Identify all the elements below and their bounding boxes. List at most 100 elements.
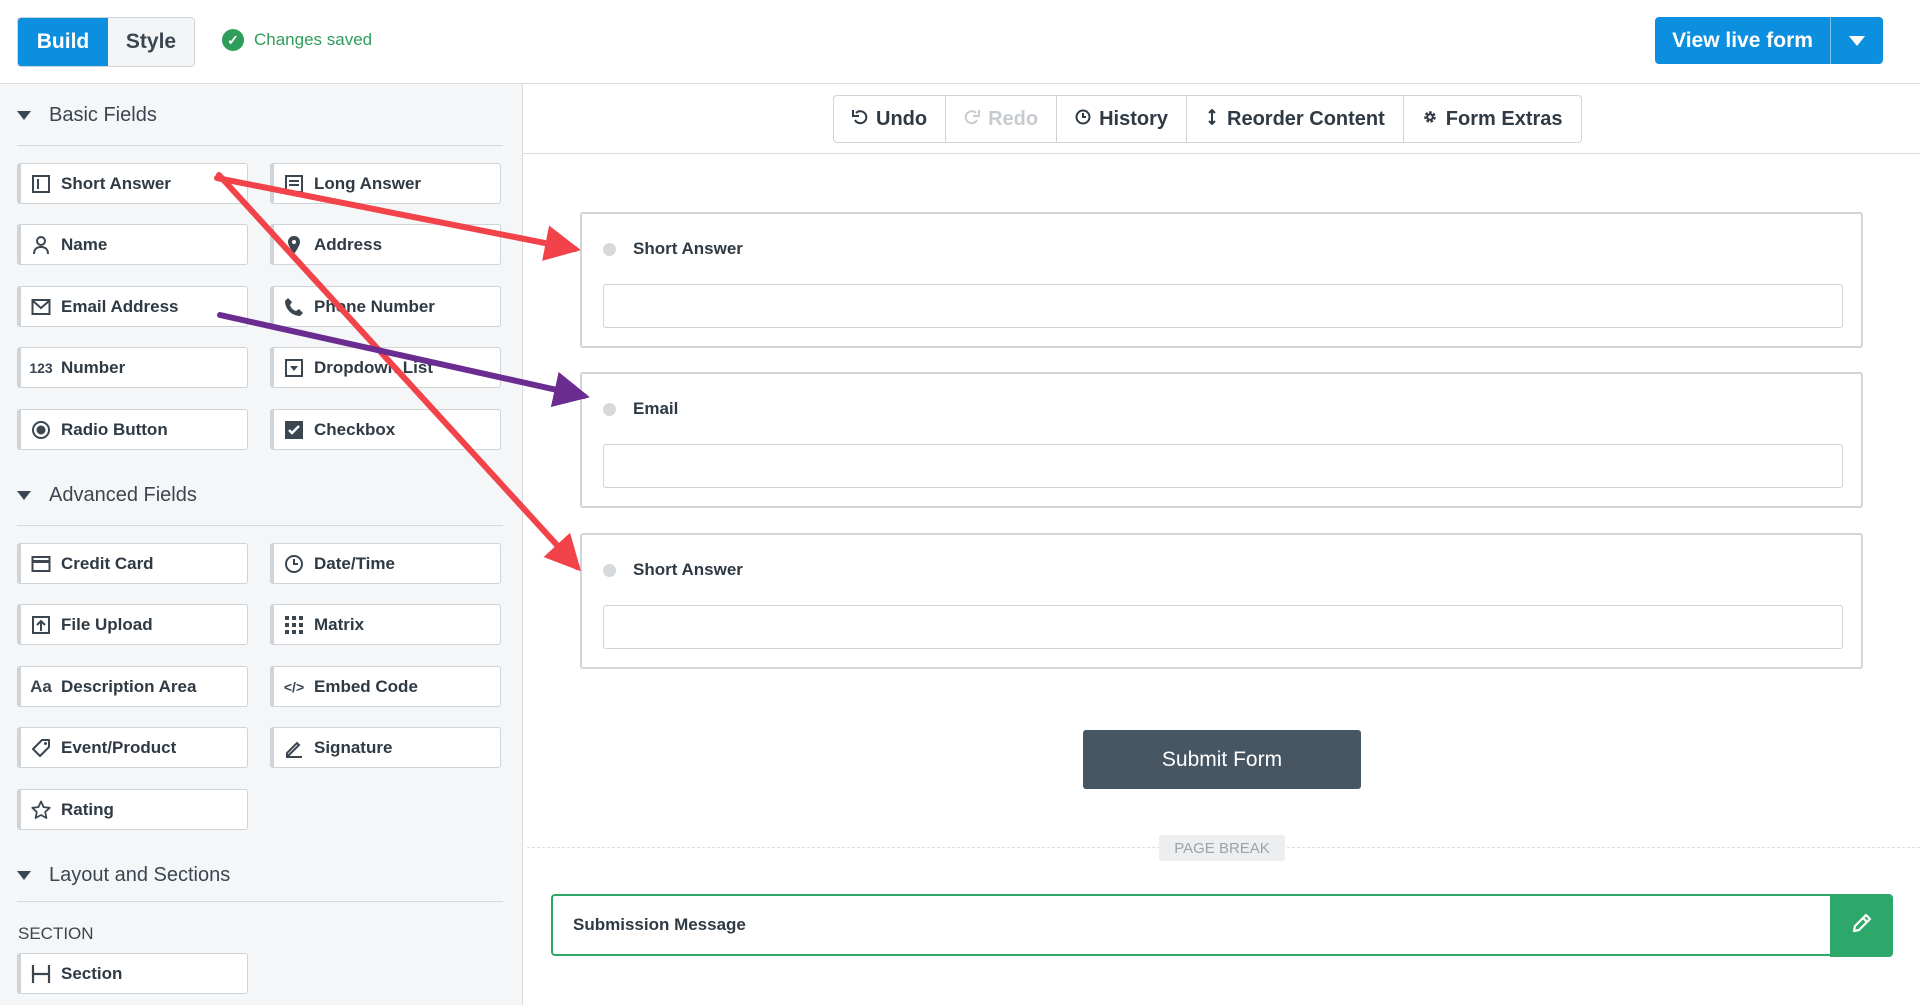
view-live-form-button[interactable]: View live form xyxy=(1655,17,1883,64)
field-label: Signature xyxy=(314,737,393,757)
short-answer-input[interactable] xyxy=(603,605,1843,649)
field-label: Phone Number xyxy=(314,296,435,316)
form-field-card[interactable]: Email xyxy=(580,372,1863,508)
field-email-address[interactable]: Email Address xyxy=(17,286,248,327)
checkbox-icon xyxy=(274,420,314,440)
reorder-content-button[interactable]: Reorder Content xyxy=(1187,96,1404,142)
field-label: File Upload xyxy=(61,614,153,634)
field-radio-button[interactable]: Radio Button xyxy=(17,409,248,450)
field-palette: Basic Fields Short Answer Long Answer Na… xyxy=(0,84,523,1005)
undo-label: Undo xyxy=(876,107,928,130)
dropdown-icon xyxy=(274,358,314,378)
pencil-icon xyxy=(1850,911,1874,940)
field-embed-code[interactable]: </> Embed Code xyxy=(270,666,501,707)
check-circle-icon: ✓ xyxy=(222,29,244,51)
gear-icon xyxy=(1422,108,1438,131)
field-date-time[interactable]: Date/Time xyxy=(270,543,501,584)
submission-message-bar[interactable]: Submission Message xyxy=(551,894,1832,956)
field-matrix[interactable]: Matrix xyxy=(270,604,501,645)
number-icon: 123 xyxy=(29,359,53,376)
email-input[interactable] xyxy=(603,444,1843,488)
view-live-dropdown[interactable] xyxy=(1831,17,1883,64)
field-label: Email Address xyxy=(61,296,179,316)
question-label: Short Answer xyxy=(633,560,743,579)
divider xyxy=(523,153,1920,154)
top-bar: Build Style ✓ Changes saved View live fo… xyxy=(0,0,1920,84)
field-label: Name xyxy=(61,234,108,254)
form-field-card[interactable]: Short Answer xyxy=(580,212,1863,348)
field-checkbox[interactable]: Checkbox xyxy=(270,409,501,450)
undo-button[interactable]: Undo xyxy=(834,96,947,142)
save-status-text: Changes saved xyxy=(254,30,373,49)
form-extras-label: Form Extras xyxy=(1445,107,1563,130)
field-credit-card[interactable]: Credit Card xyxy=(17,543,248,584)
field-label: Checkbox xyxy=(314,419,396,439)
form-extras-button[interactable]: Form Extras xyxy=(1404,96,1581,142)
category-advanced-fields[interactable]: Advanced Fields xyxy=(17,484,197,507)
tab-style[interactable]: Style xyxy=(108,18,194,66)
field-label: Description Area xyxy=(61,676,197,696)
file-upload-icon xyxy=(21,615,61,635)
field-section[interactable]: Section xyxy=(17,953,248,994)
submit-form-button[interactable]: Submit Form xyxy=(1083,730,1361,789)
submission-message-label: Submission Message xyxy=(573,915,746,934)
field-description-area[interactable]: Aa Description Area xyxy=(17,666,248,707)
caret-down-icon xyxy=(17,111,31,120)
field-short-answer[interactable]: Short Answer xyxy=(17,163,248,204)
drag-handle-icon[interactable] xyxy=(603,403,616,416)
view-live-form-label[interactable]: View live form xyxy=(1655,17,1831,64)
map-pin-icon xyxy=(274,235,314,255)
text-icon: Aa xyxy=(30,676,52,696)
field-label: Long Answer xyxy=(314,173,422,193)
field-file-upload[interactable]: File Upload xyxy=(17,604,248,645)
caret-down-icon xyxy=(17,871,31,880)
category-label: Basic Fields xyxy=(49,104,157,126)
history-button[interactable]: History xyxy=(1057,96,1187,142)
drag-handle-icon[interactable] xyxy=(603,564,616,577)
page-break-label[interactable]: PAGE BREAK xyxy=(1159,835,1285,861)
redo-label: Redo xyxy=(988,107,1039,130)
tab-build[interactable]: Build xyxy=(18,18,108,66)
envelope-icon xyxy=(21,297,61,317)
long-answer-icon xyxy=(274,174,314,194)
short-answer-input[interactable] xyxy=(603,284,1843,328)
divider xyxy=(17,901,503,902)
field-label: Short Answer xyxy=(61,173,171,193)
category-label: Layout and Sections xyxy=(49,864,231,886)
divider xyxy=(17,145,503,146)
field-name[interactable]: Name xyxy=(17,224,248,265)
tag-icon xyxy=(21,738,61,758)
history-label: History xyxy=(1099,107,1168,130)
question-label: Email xyxy=(633,399,679,418)
short-answer-icon xyxy=(21,174,61,194)
field-event-product[interactable]: Event/Product xyxy=(17,727,248,768)
caret-down-icon xyxy=(17,491,31,500)
radio-icon xyxy=(21,420,61,440)
field-label: Rating xyxy=(61,799,114,819)
edit-submission-message-button[interactable] xyxy=(1830,894,1893,957)
field-label: Credit Card xyxy=(61,553,154,573)
field-label: Section xyxy=(61,963,123,983)
form-field-card[interactable]: Short Answer xyxy=(580,533,1863,669)
category-basic-fields[interactable]: Basic Fields xyxy=(17,104,157,127)
field-label: Event/Product xyxy=(61,737,177,757)
field-address[interactable]: Address xyxy=(270,224,501,265)
field-label: Number xyxy=(61,357,126,377)
field-long-answer[interactable]: Long Answer xyxy=(270,163,501,204)
mode-switch: Build Style xyxy=(17,17,195,67)
field-label: Dropdown List xyxy=(314,357,433,377)
divider xyxy=(17,525,503,526)
drag-handle-icon[interactable] xyxy=(603,243,616,256)
field-signature[interactable]: Signature xyxy=(270,727,501,768)
field-label: Date/Time xyxy=(314,553,395,573)
field-rating[interactable]: Rating xyxy=(17,789,248,830)
redo-button[interactable]: Redo xyxy=(946,96,1058,142)
clock-icon xyxy=(274,554,314,574)
field-phone-number[interactable]: Phone Number xyxy=(270,286,501,327)
field-dropdown-list[interactable]: Dropdown List xyxy=(270,347,501,388)
field-number[interactable]: 123 Number xyxy=(17,347,248,388)
pen-icon xyxy=(274,738,314,758)
section-icon xyxy=(21,964,61,984)
category-layout-and-sections[interactable]: Layout and Sections xyxy=(17,864,230,887)
redo-icon xyxy=(964,108,981,131)
